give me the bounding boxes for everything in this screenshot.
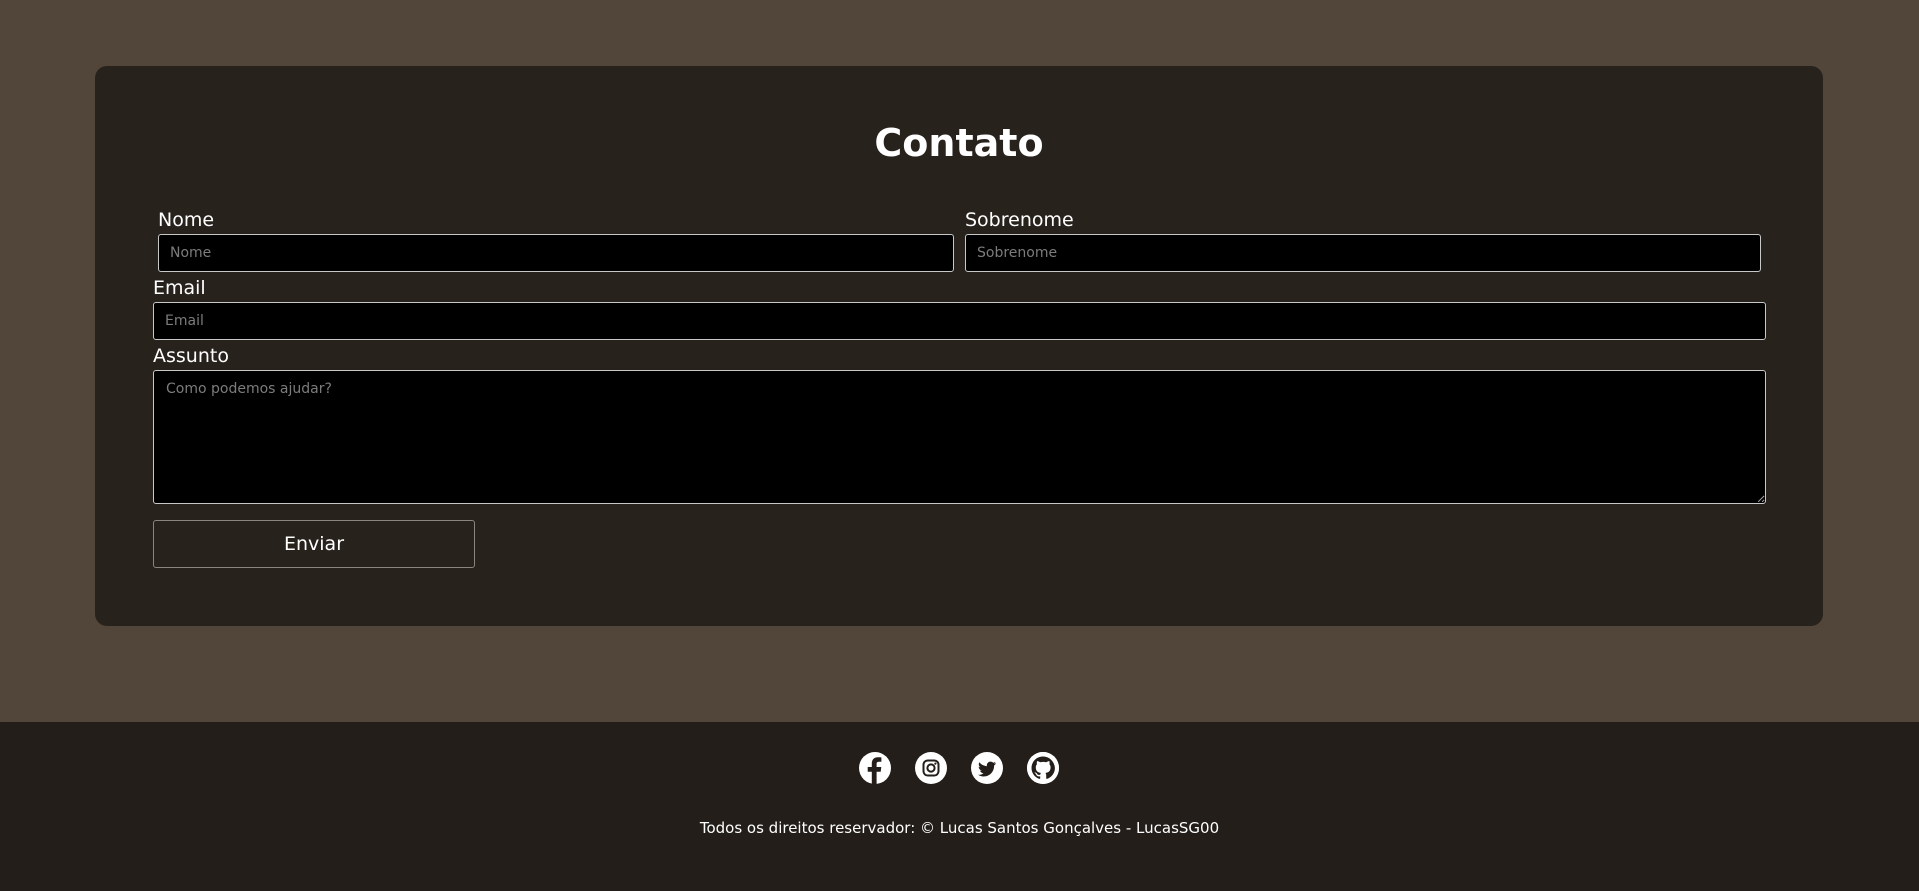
main-area: Contato Nome Sobrenome Email Assunto Env… <box>0 0 1919 722</box>
contact-card: Contato Nome Sobrenome Email Assunto Env… <box>95 66 1823 626</box>
email-field[interactable] <box>153 302 1766 340</box>
facebook-icon <box>867 757 882 784</box>
github-icon <box>1027 752 1059 784</box>
social-links <box>859 752 1059 784</box>
email-label: Email <box>153 277 206 299</box>
send-button[interactable]: Enviar <box>153 520 475 568</box>
copyright-text: Todos os direitos reservador: © Lucas Sa… <box>699 819 1220 837</box>
subject-textarea[interactable] <box>153 370 1766 504</box>
last-name-label: Sobrenome <box>965 209 1074 231</box>
twitter-link[interactable] <box>971 752 1003 784</box>
last-name-field[interactable] <box>965 234 1761 272</box>
subject-label: Assunto <box>153 345 229 367</box>
facebook-link[interactable] <box>859 752 891 784</box>
instagram-icon <box>922 759 940 777</box>
first-name-field[interactable] <box>158 234 954 272</box>
instagram-link[interactable] <box>915 752 947 784</box>
page-title: Contato <box>874 121 1044 165</box>
first-name-label: Nome <box>158 209 215 231</box>
footer: Todos os direitos reservador: © Lucas Sa… <box>0 722 1919 891</box>
twitter-icon <box>978 761 996 777</box>
github-link[interactable] <box>1027 752 1059 784</box>
